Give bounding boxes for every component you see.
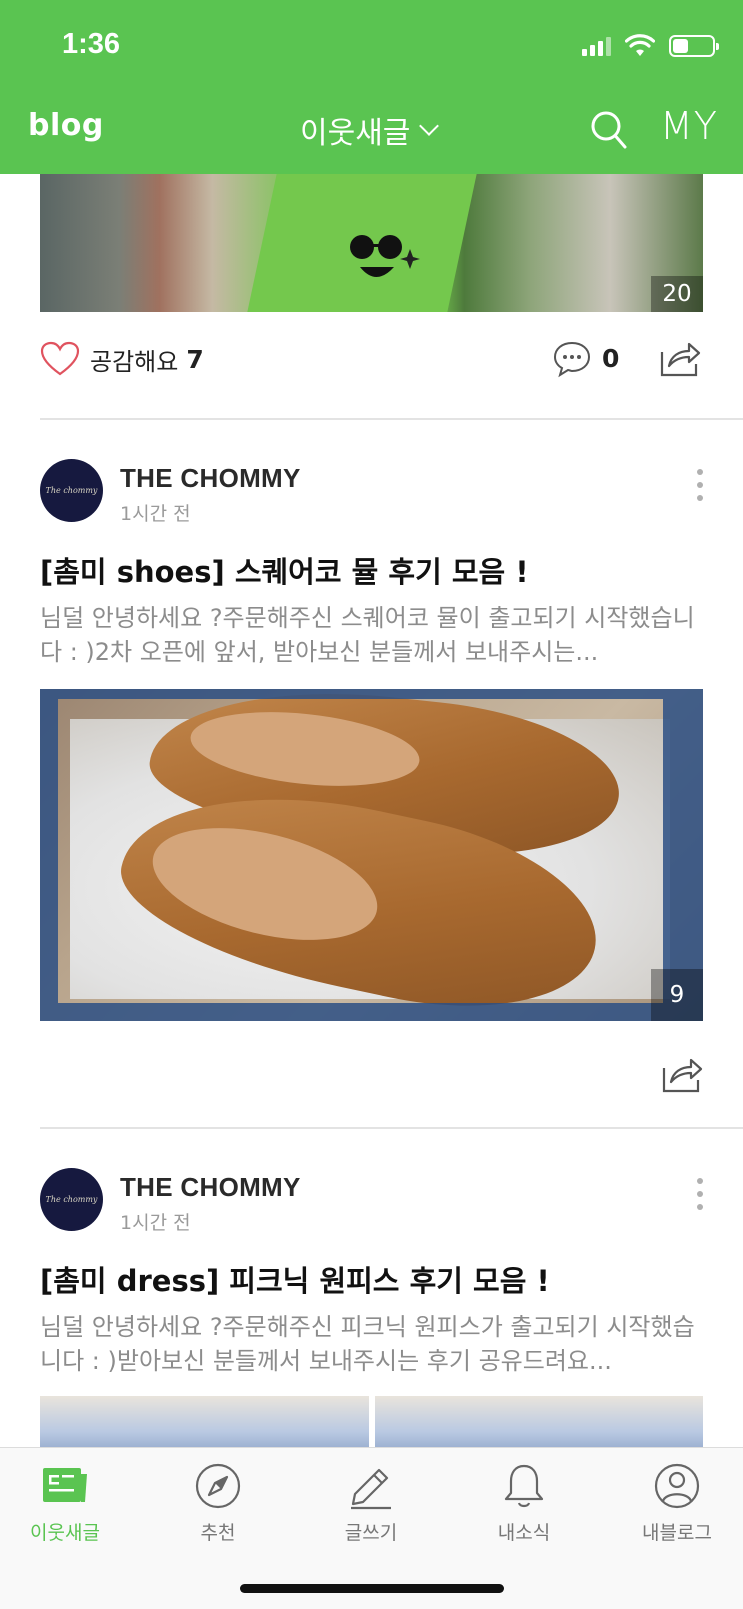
pencil-icon xyxy=(351,1468,391,1510)
tab-notifications[interactable]: 내소식 xyxy=(464,1462,584,1545)
compass-icon xyxy=(195,1463,241,1509)
blog-logo[interactable]: blog xyxy=(28,108,104,143)
tab-label: 내블로그 xyxy=(642,1522,712,1544)
my-button[interactable]: MY xyxy=(660,104,718,148)
like-label[interactable]: 공감해요 xyxy=(90,342,178,377)
share-icon[interactable] xyxy=(661,1054,703,1094)
tab-recommend[interactable]: 추천 xyxy=(158,1462,278,1545)
post-time: 1시간 전 xyxy=(120,1212,191,1234)
post-excerpt[interactable]: 님덜 안녕하세요 ?주문해주신 스퀘어코 뮬이 출고되기 시작했습니다 : )2… xyxy=(40,601,705,669)
feed-selector[interactable]: 이웃새글 xyxy=(300,108,440,152)
tab-feed[interactable]: 이웃새글 xyxy=(5,1462,125,1545)
news-feed-icon xyxy=(43,1468,87,1502)
status-icons xyxy=(582,34,719,58)
tab-write[interactable]: 글쓰기 xyxy=(311,1462,431,1545)
tab-label: 추천 xyxy=(200,1522,236,1544)
status-time: 1:36 xyxy=(62,28,121,60)
like-count: 7 xyxy=(186,344,204,374)
comment-count: 0 xyxy=(602,344,620,373)
bottom-tab-bar: 이웃새글 추천 글쓰기 내소식 내블로그 xyxy=(0,1447,743,1609)
photo-count-badge: 20 xyxy=(651,276,703,312)
bell-icon xyxy=(504,1464,544,1508)
tab-label: 글쓰기 xyxy=(344,1522,398,1544)
wifi-icon xyxy=(625,34,655,56)
post-title[interactable]: [촘미 dress] 피크닉 원피스 후기 모음 ! xyxy=(40,1258,550,1300)
author-name[interactable]: THE CHOMMY xyxy=(120,463,301,494)
search-icon[interactable] xyxy=(590,110,628,150)
photo-count-badge: 9 xyxy=(651,969,703,1021)
avatar[interactable]: The chommy xyxy=(40,1168,103,1231)
feed-list[interactable]: 20 공감해요 7 0 The chommy THE CHOMMY 1시간 전 … xyxy=(0,174,743,1447)
tab-label: 이웃새글 xyxy=(30,1522,100,1544)
home-indicator[interactable] xyxy=(240,1584,504,1593)
profile-icon xyxy=(654,1463,700,1509)
post-excerpt[interactable]: 님덜 안녕하세요 ?주문해주신 피크닉 원피스가 출고되기 시작했습니다 : )… xyxy=(40,1310,705,1378)
post-photo[interactable] xyxy=(40,1396,703,1447)
post-divider xyxy=(40,418,743,420)
app-header: 1:36 blog 이웃새글 MY xyxy=(0,0,743,174)
tab-my-blog[interactable]: 내블로그 xyxy=(617,1462,737,1545)
post-time: 1시간 전 xyxy=(120,503,191,525)
cellular-signal-icon xyxy=(582,36,611,56)
share-icon[interactable] xyxy=(659,338,701,378)
tab-label: 내소식 xyxy=(497,1522,551,1544)
post-actions: 공감해요 7 0 xyxy=(40,334,703,384)
sunglasses-character-image xyxy=(350,235,420,277)
comment-icon[interactable] xyxy=(552,340,592,378)
chevron-down-icon xyxy=(419,116,440,136)
heart-icon[interactable] xyxy=(40,341,80,377)
post-photo[interactable]: 9 xyxy=(40,689,703,1021)
feed-selector-label: 이웃새글 xyxy=(300,116,411,151)
more-options-icon[interactable] xyxy=(695,469,705,501)
post-title[interactable]: [촘미 shoes] 스퀘어코 뮬 후기 모음 ! xyxy=(40,549,529,591)
post-divider xyxy=(40,1127,743,1129)
avatar[interactable]: The chommy xyxy=(40,459,103,522)
battery-icon xyxy=(669,35,719,57)
post-photo[interactable]: 20 xyxy=(40,174,703,312)
more-options-icon[interactable] xyxy=(695,1178,705,1210)
author-name[interactable]: THE CHOMMY xyxy=(120,1172,301,1203)
